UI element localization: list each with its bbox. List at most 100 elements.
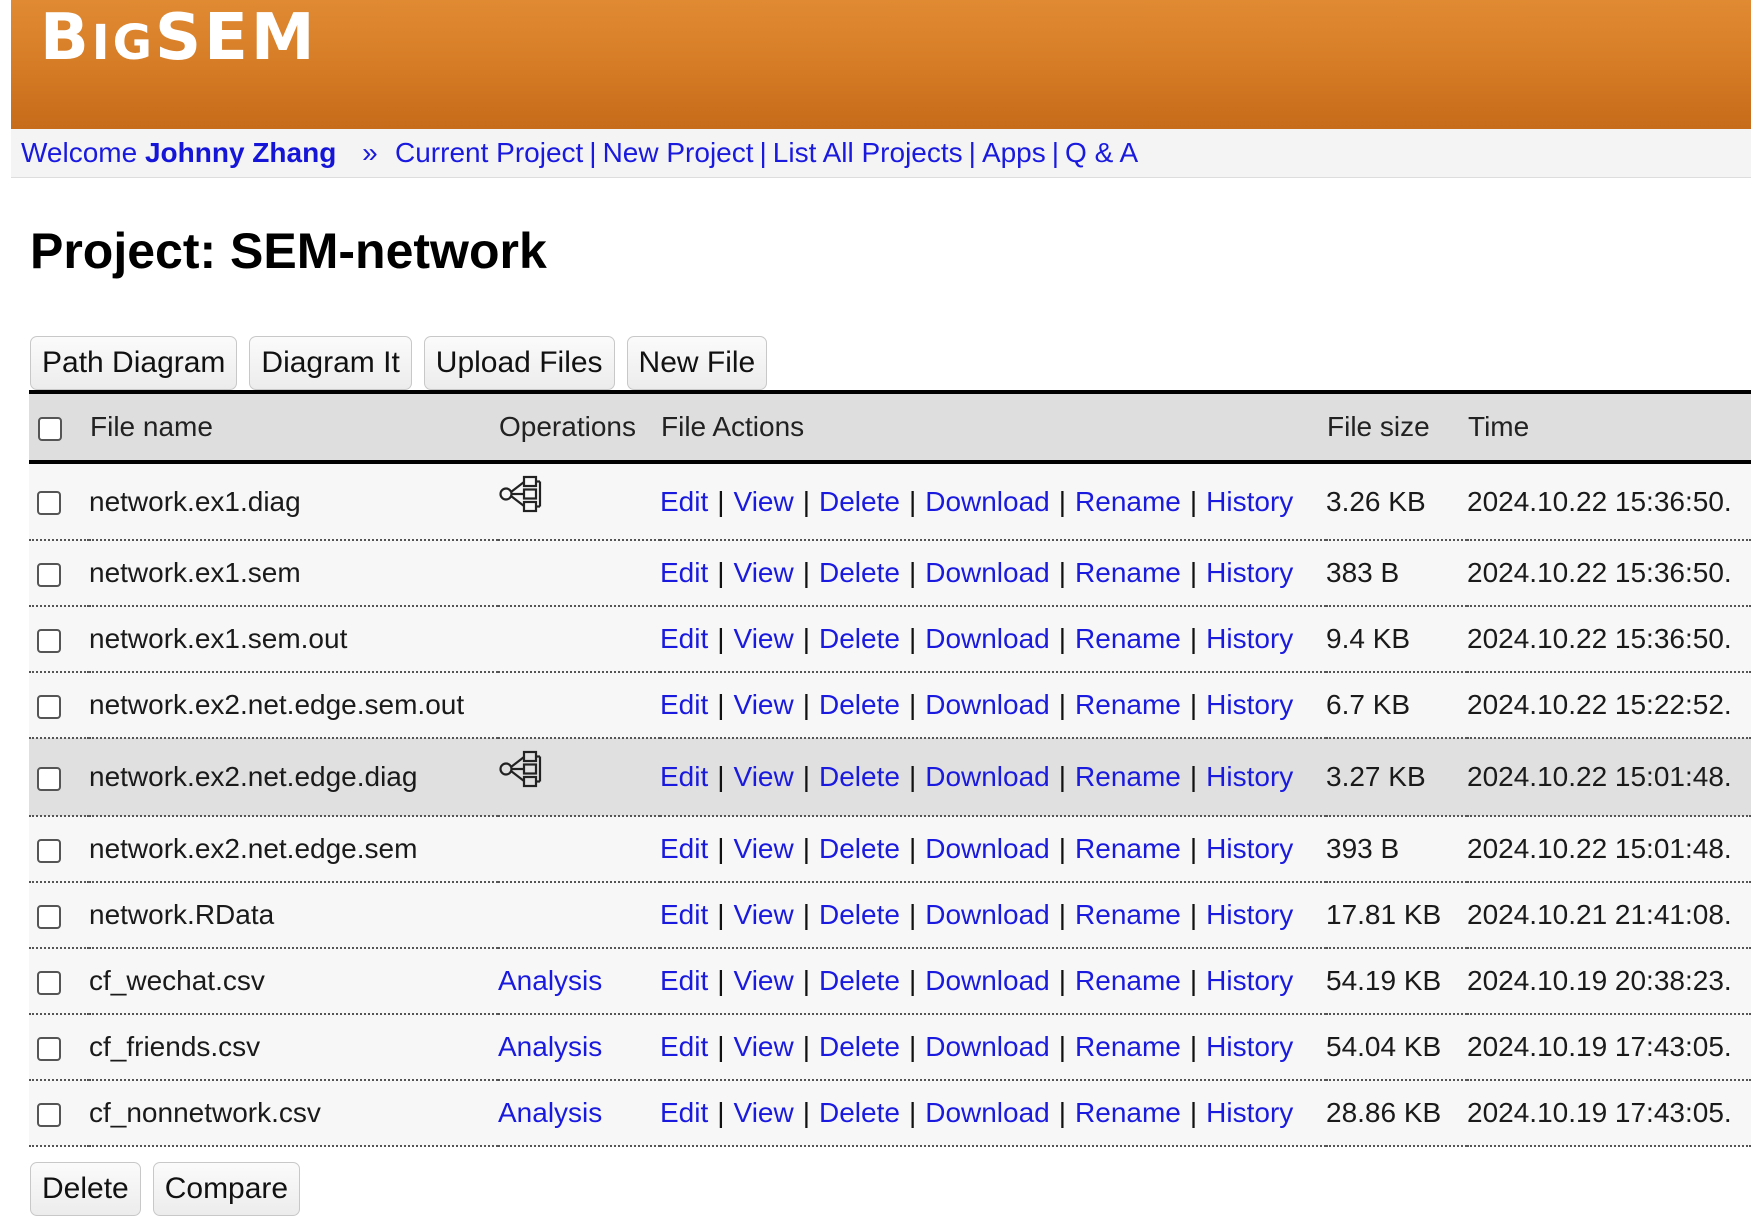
delete-link[interactable]: Delete — [819, 623, 900, 654]
view-link[interactable]: View — [734, 833, 794, 864]
download-link[interactable]: Download — [925, 965, 1050, 996]
delete-link[interactable]: Delete — [819, 689, 900, 720]
row-checkbox[interactable] — [37, 562, 61, 587]
file-actions-cell: Edit | View | Delete | Download | Rename | History — [660, 1031, 1294, 1062]
path-diagram-button[interactable]: Path Diagram — [30, 336, 238, 390]
file-time: 2024.10.19 17:43:05. — [1467, 1031, 1732, 1062]
history-link[interactable]: History — [1206, 623, 1293, 654]
view-link[interactable]: View — [734, 965, 794, 996]
view-link[interactable]: View — [734, 1097, 794, 1128]
edit-link[interactable]: Edit — [660, 623, 708, 654]
upload-files-button[interactable]: Upload Files — [423, 336, 615, 390]
delete-link[interactable]: Delete — [819, 833, 900, 864]
history-link[interactable]: History — [1206, 833, 1293, 864]
nav-link-list-all-projects[interactable]: List All Projects — [773, 137, 963, 168]
view-link[interactable]: View — [734, 689, 794, 720]
download-link[interactable]: Download — [925, 1097, 1050, 1128]
row-checkbox[interactable] — [37, 1036, 61, 1061]
diagram-icon[interactable] — [498, 749, 544, 789]
edit-link[interactable]: Edit — [660, 833, 708, 864]
download-link[interactable]: Download — [925, 623, 1050, 654]
edit-link[interactable]: Edit — [660, 761, 708, 792]
download-link[interactable]: Download — [925, 1031, 1050, 1062]
view-link[interactable]: View — [734, 486, 794, 517]
file-name: cf_friends.csv — [89, 1031, 261, 1062]
row-checkbox[interactable] — [37, 628, 61, 653]
row-checkbox[interactable] — [37, 1102, 61, 1127]
view-link[interactable]: View — [734, 623, 794, 654]
delete-button[interactable]: Delete — [30, 1162, 141, 1216]
delete-link[interactable]: Delete — [819, 899, 900, 930]
nav-link-current-project[interactable]: Current Project — [395, 137, 583, 168]
download-link[interactable]: Download — [925, 486, 1050, 517]
diagram-it-button[interactable]: Diagram It — [249, 336, 412, 390]
download-link[interactable]: Download — [925, 557, 1050, 588]
analysis-link[interactable]: Analysis — [498, 1097, 602, 1128]
history-link[interactable]: History — [1206, 1031, 1293, 1062]
download-link[interactable]: Download — [925, 689, 1050, 720]
view-link[interactable]: View — [734, 557, 794, 588]
rename-link[interactable]: Rename — [1075, 833, 1181, 864]
delete-link[interactable]: Delete — [819, 1031, 900, 1062]
delete-link[interactable]: Delete — [819, 486, 900, 517]
analysis-link[interactable]: Analysis — [498, 965, 602, 996]
rename-link[interactable]: Rename — [1075, 761, 1181, 792]
row-checkbox[interactable] — [37, 694, 61, 719]
download-link[interactable]: Download — [925, 899, 1050, 930]
rename-link[interactable]: Rename — [1075, 965, 1181, 996]
download-link[interactable]: Download — [925, 761, 1050, 792]
view-link[interactable]: View — [734, 899, 794, 930]
view-link[interactable]: View — [734, 761, 794, 792]
rename-link[interactable]: Rename — [1075, 486, 1181, 517]
nav-link-apps[interactable]: Apps — [982, 137, 1046, 168]
header-file-size[interactable]: File size — [1326, 392, 1467, 462]
rename-link[interactable]: Rename — [1075, 1097, 1181, 1128]
edit-link[interactable]: Edit — [660, 1097, 708, 1128]
edit-link[interactable]: Edit — [660, 965, 708, 996]
analysis-link[interactable]: Analysis — [498, 1031, 602, 1062]
edit-link[interactable]: Edit — [660, 689, 708, 720]
edit-link[interactable]: Edit — [660, 557, 708, 588]
download-link[interactable]: Download — [925, 833, 1050, 864]
delete-link[interactable]: Delete — [819, 761, 900, 792]
nav-link-new-project[interactable]: New Project — [603, 137, 754, 168]
history-link[interactable]: History — [1206, 486, 1293, 517]
rename-link[interactable]: Rename — [1075, 557, 1181, 588]
rename-link[interactable]: Rename — [1075, 899, 1181, 930]
delete-link[interactable]: Delete — [819, 557, 900, 588]
history-link[interactable]: History — [1206, 1097, 1293, 1128]
edit-link[interactable]: Edit — [660, 486, 708, 517]
nav-link-qa[interactable]: Q & A — [1065, 137, 1138, 168]
table-row: network.ex2.net.edge.sem Edit | View | Delete… — [29, 816, 1751, 882]
file-time: 2024.10.22 15:36:50. — [1467, 485, 1732, 517]
history-link[interactable]: History — [1206, 761, 1293, 792]
row-checkbox[interactable] — [37, 970, 61, 995]
nav-separator: » — [362, 137, 378, 168]
header-file-name[interactable]: File name — [89, 392, 498, 462]
delete-link[interactable]: Delete — [819, 965, 900, 996]
diagram-icon[interactable] — [498, 474, 544, 514]
history-link[interactable]: History — [1206, 689, 1293, 720]
app-logo[interactable]: BIGSEM — [40, 6, 318, 70]
new-file-button[interactable]: New File — [626, 336, 768, 390]
row-checkbox[interactable] — [37, 491, 61, 516]
user-name[interactable]: Johnny Zhang — [145, 137, 336, 168]
delete-link[interactable]: Delete — [819, 1097, 900, 1128]
history-link[interactable]: History — [1206, 965, 1293, 996]
select-all-checkbox[interactable] — [38, 416, 62, 441]
file-time: 2024.10.22 15:01:48. — [1467, 833, 1732, 864]
row-checkbox[interactable] — [37, 904, 61, 929]
row-checkbox[interactable] — [37, 766, 61, 791]
file-name: network.RData — [89, 899, 275, 930]
view-link[interactable]: View — [734, 1031, 794, 1062]
rename-link[interactable]: Rename — [1075, 1031, 1181, 1062]
history-link[interactable]: History — [1206, 557, 1293, 588]
edit-link[interactable]: Edit — [660, 1031, 708, 1062]
rename-link[interactable]: Rename — [1075, 623, 1181, 654]
header-time[interactable]: Time — [1467, 392, 1751, 462]
history-link[interactable]: History — [1206, 899, 1293, 930]
compare-button[interactable]: Compare — [152, 1162, 301, 1216]
row-checkbox[interactable] — [37, 838, 61, 863]
edit-link[interactable]: Edit — [660, 899, 708, 930]
rename-link[interactable]: Rename — [1075, 689, 1181, 720]
